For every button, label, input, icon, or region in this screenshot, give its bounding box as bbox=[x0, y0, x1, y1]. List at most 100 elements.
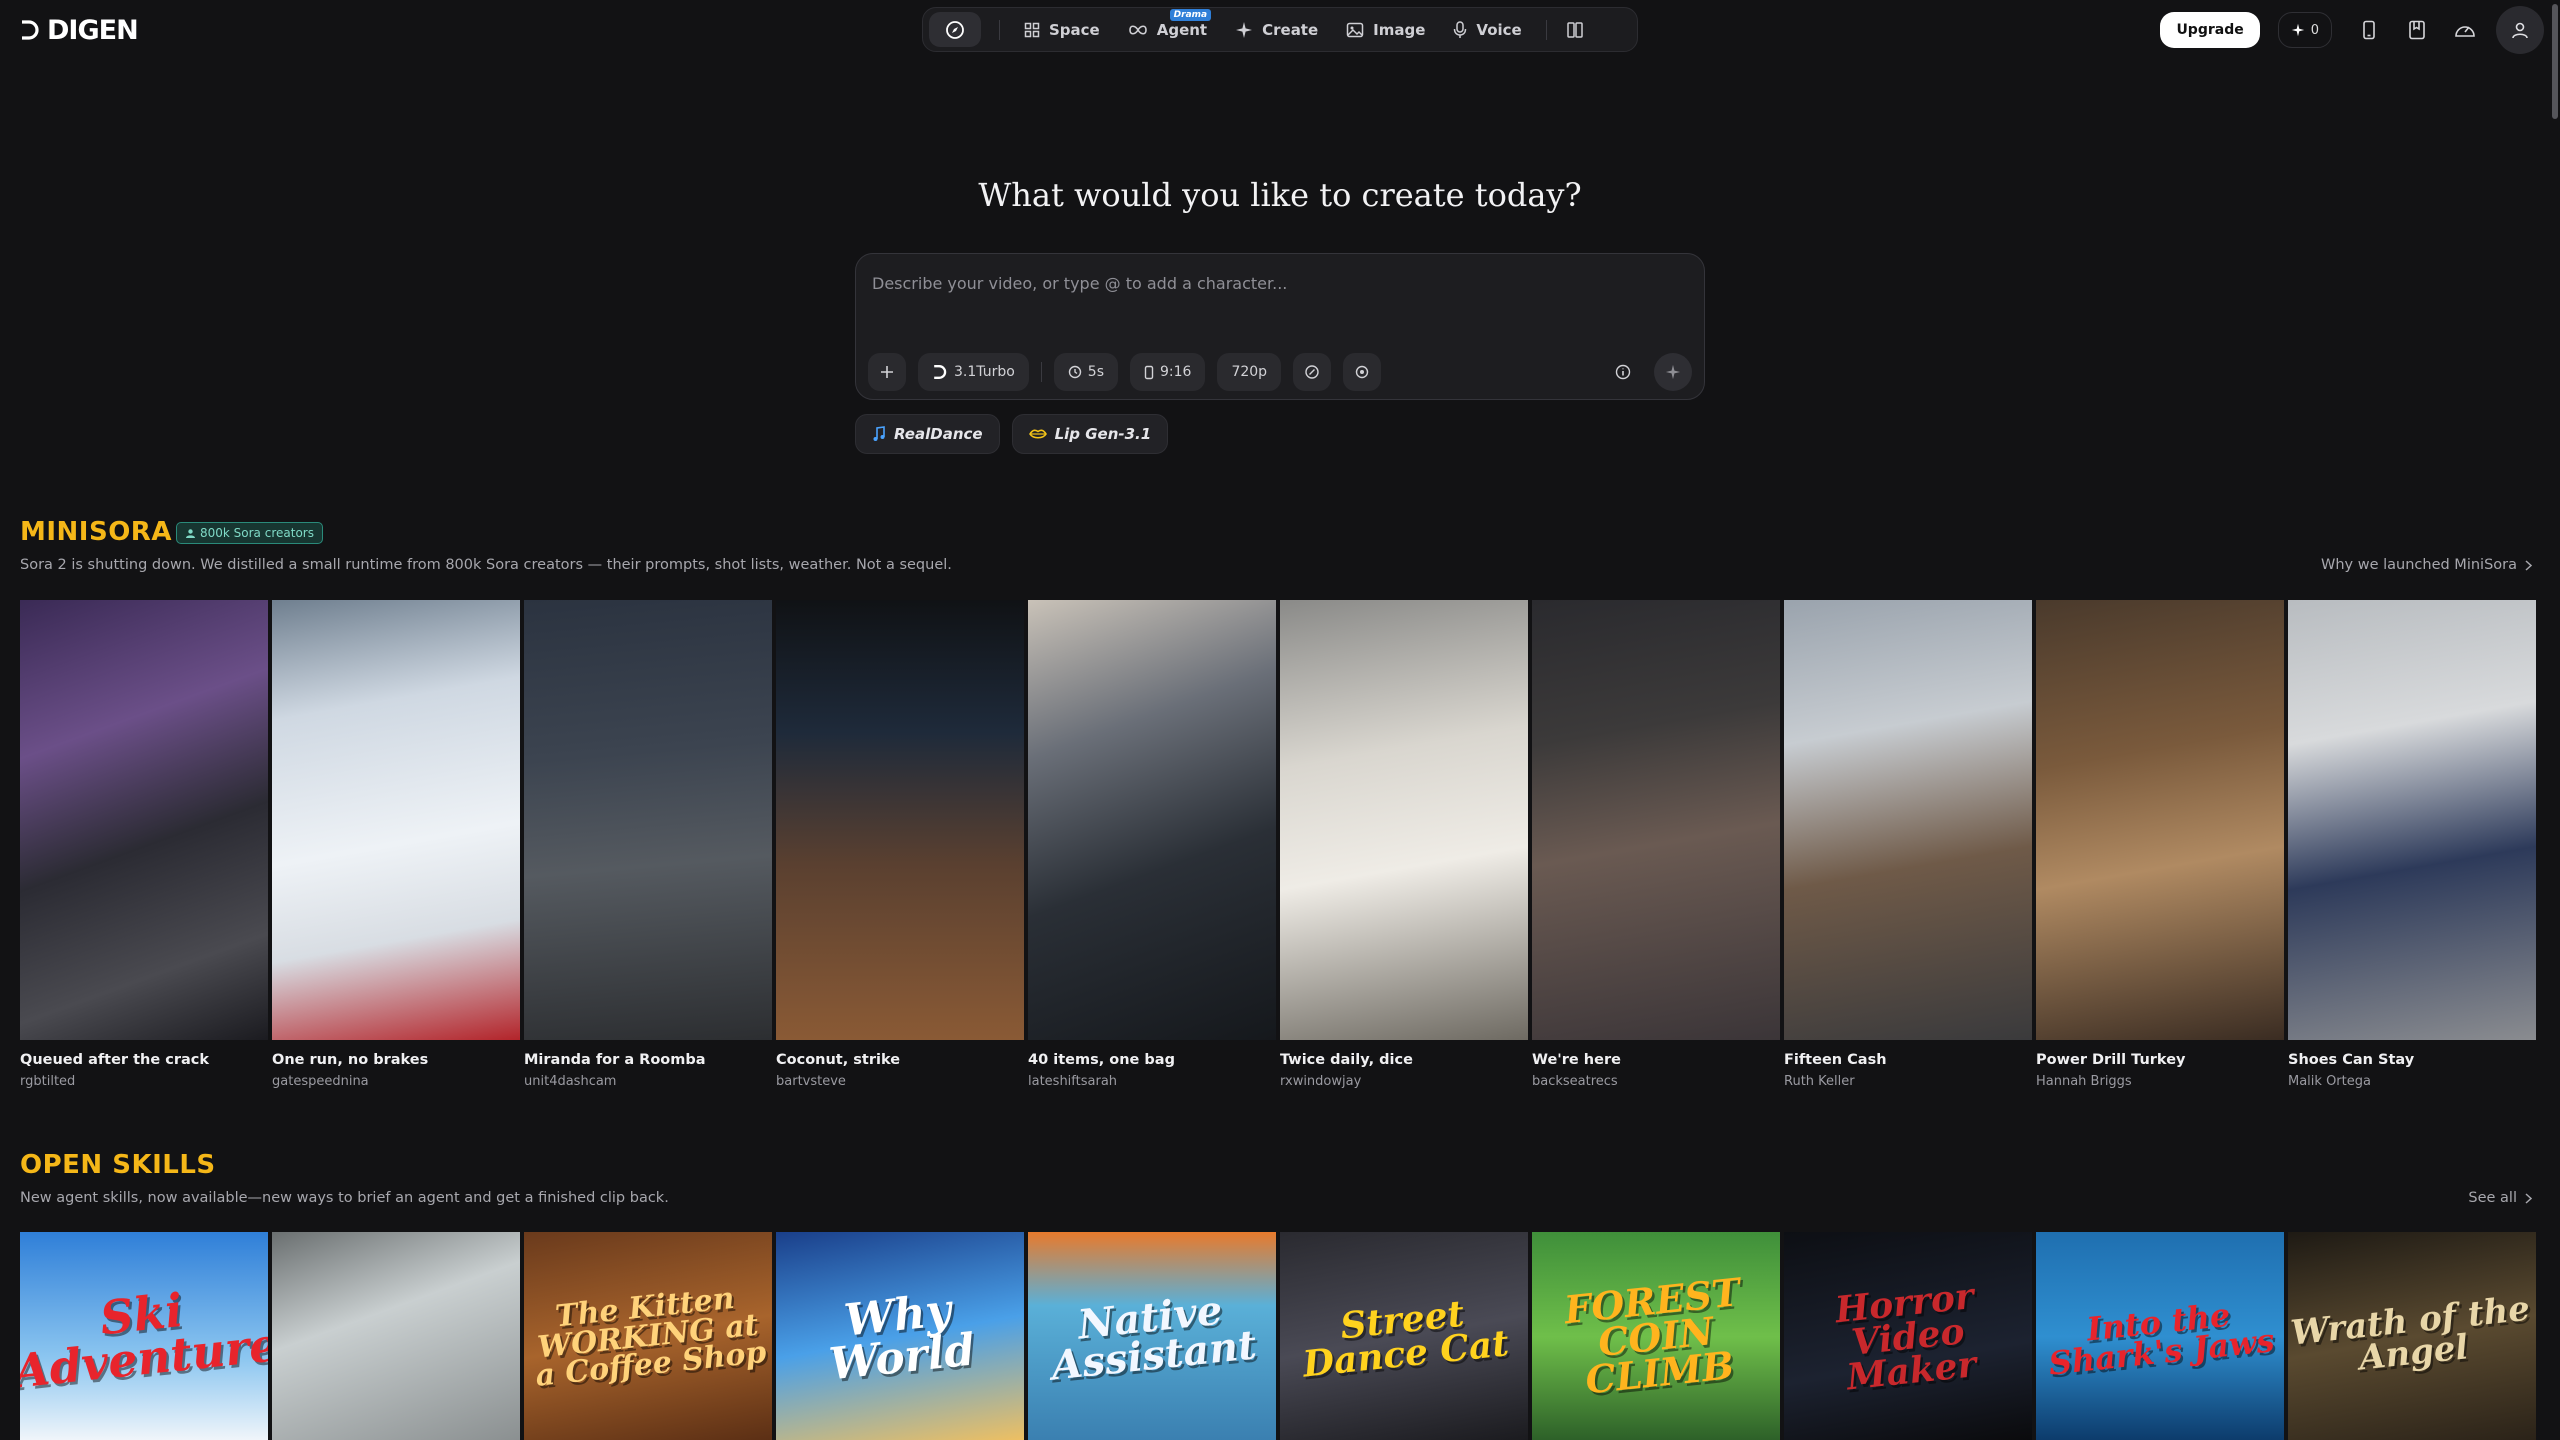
link-icon bbox=[1305, 365, 1319, 379]
card-author: rgbtilted bbox=[20, 1074, 76, 1089]
upgrade-button[interactable]: Upgrade bbox=[2160, 12, 2260, 48]
minisora-card[interactable]: We're here backseatrecs bbox=[1532, 600, 1780, 1089]
skills-title: OPEN SKILLS bbox=[20, 1150, 216, 1180]
minisora-card[interactable]: 40 items, one bag lateshiftsarah bbox=[1028, 600, 1276, 1089]
user-avatar-button[interactable] bbox=[2496, 6, 2544, 54]
nav-item-voice[interactable]: Voice bbox=[1439, 12, 1535, 47]
skill-card[interactable]: Into the Shark's Jaws bbox=[2036, 1232, 2284, 1440]
credits-count: 0 bbox=[2310, 22, 2319, 38]
card-title: One run, no brakes bbox=[272, 1052, 429, 1068]
lips-icon bbox=[1028, 429, 1047, 439]
minisora-card[interactable]: Queued after the crack rgbtilted bbox=[20, 600, 268, 1089]
skill-card[interactable]: Street Dance Cat bbox=[1280, 1232, 1528, 1440]
nav-item-space[interactable]: Space bbox=[1010, 12, 1114, 47]
brand-logo[interactable]: DIGEN bbox=[19, 14, 139, 46]
nav-item-agent[interactable]: Drama Agent bbox=[1114, 9, 1221, 47]
grid-icon bbox=[1024, 22, 1040, 37]
motion-settings-button[interactable] bbox=[1343, 353, 1382, 391]
skill-thumbnail: Ski Adventure bbox=[20, 1232, 268, 1440]
skill-thumbnail: The Kitten WORKING at a Coffee Shop bbox=[524, 1232, 772, 1440]
card-author: bartvsteve bbox=[776, 1074, 846, 1089]
skill-card[interactable]: FOREST COIN CLIMB bbox=[1532, 1232, 1780, 1440]
portrait-ratio-icon bbox=[1144, 365, 1154, 379]
credits-button[interactable]: 0 bbox=[2277, 12, 2332, 48]
card-title: 40 items, one bag bbox=[1028, 1052, 1175, 1068]
video-thumbnail bbox=[1028, 600, 1276, 1040]
nav-explore-button[interactable] bbox=[929, 12, 981, 47]
top-bar: DIGEN Space Drama Agent Create Image Voi… bbox=[0, 0, 2560, 60]
model-select[interactable]: 3.1Turbo bbox=[918, 353, 1029, 391]
mobile-app-button[interactable] bbox=[2352, 13, 2386, 47]
minisora-card[interactable]: One run, no brakes gatespeednina bbox=[272, 600, 520, 1089]
microphone-icon bbox=[1454, 20, 1467, 38]
skill-thumbnail bbox=[272, 1232, 520, 1440]
link-label: See all bbox=[2468, 1190, 2517, 1206]
skill-card[interactable]: The Kitten WORKING at a Coffee Shop bbox=[524, 1232, 772, 1440]
skill-card[interactable]: Wrath of the Angel bbox=[2288, 1232, 2536, 1440]
creators-badge: 800k Sora creators bbox=[176, 522, 323, 544]
card-author: Hannah Briggs bbox=[2036, 1074, 2132, 1089]
sparkle-icon bbox=[1665, 364, 1681, 380]
link-label: Why we launched MiniSora bbox=[2321, 557, 2517, 573]
prompt-input[interactable] bbox=[872, 268, 1672, 298]
minisora-card[interactable]: Twice daily, dice rxwindowjay bbox=[1280, 600, 1528, 1089]
plus-icon bbox=[881, 366, 893, 378]
duration-label: 5s bbox=[1087, 364, 1104, 380]
minisora-card[interactable]: Coconut, strike bartvsteve bbox=[776, 600, 1024, 1089]
card-author: lateshiftsarah bbox=[1028, 1074, 1118, 1089]
prompt-composer: 3.1Turbo 5s 9:16 720p bbox=[855, 253, 1705, 400]
minisora-card[interactable]: Shoes Can Stay Malik Ortega bbox=[2288, 600, 2536, 1089]
add-attachment-button[interactable] bbox=[868, 353, 906, 391]
library-button[interactable] bbox=[2400, 13, 2434, 47]
nav-item-create[interactable]: Create bbox=[1221, 12, 1332, 47]
scrollbar-thumb[interactable] bbox=[2552, 4, 2558, 119]
chip-lip-gen[interactable]: Lip Gen-3.1 bbox=[1011, 414, 1169, 454]
minisora-card[interactable]: Power Drill Turkey Hannah Briggs bbox=[2036, 600, 2284, 1089]
see-all-skills-link[interactable]: See all bbox=[2468, 1190, 2532, 1206]
clock-icon bbox=[1068, 365, 1081, 379]
skill-card[interactable]: Ski Adventure bbox=[20, 1232, 268, 1440]
card-author: Malik Ortega bbox=[2288, 1074, 2371, 1089]
page-scrollbar[interactable] bbox=[2550, 0, 2560, 1440]
nav-label: Agent bbox=[1156, 20, 1208, 39]
minisora-card[interactable]: Miranda for a Roomba unit4dashcam bbox=[524, 600, 772, 1089]
card-title: Fifteen Cash bbox=[1784, 1052, 1887, 1068]
skill-card[interactable] bbox=[272, 1232, 520, 1440]
controls-divider bbox=[1040, 362, 1042, 382]
skill-card[interactable]: Horror Video Maker bbox=[1784, 1232, 2032, 1440]
dashboard-button[interactable] bbox=[2448, 13, 2482, 47]
chip-label: RealDance bbox=[894, 425, 983, 443]
generate-button[interactable] bbox=[1654, 353, 1692, 391]
nav-item-image[interactable]: Image bbox=[1332, 12, 1439, 47]
skills-subtitle: New agent skills, now available—new ways… bbox=[20, 1190, 669, 1206]
brand-name: DIGEN bbox=[47, 14, 139, 46]
video-thumbnail bbox=[2288, 600, 2536, 1040]
video-thumbnail bbox=[524, 600, 772, 1040]
link-reference-button[interactable] bbox=[1293, 353, 1332, 391]
phone-icon bbox=[2363, 20, 2375, 40]
feature-chips: RealDance Lip Gen-3.1 bbox=[855, 414, 1169, 454]
chip-realdance[interactable]: RealDance bbox=[855, 414, 1000, 454]
minisora-card-row: Queued after the crack rgbtilted One run… bbox=[20, 600, 2540, 1089]
resolution-select[interactable]: 720p bbox=[1217, 353, 1282, 391]
duration-select[interactable]: 5s bbox=[1053, 353, 1118, 391]
nav-label: Create bbox=[1262, 20, 1319, 39]
panel-toggle-button[interactable] bbox=[1557, 12, 1593, 47]
card-title: Power Drill Turkey bbox=[2036, 1052, 2186, 1068]
aspect-ratio-select[interactable]: 9:16 bbox=[1129, 353, 1206, 391]
digen-logo-icon bbox=[22, 20, 39, 40]
nav-label: Space bbox=[1049, 20, 1100, 39]
card-author: Ruth Keller bbox=[1784, 1074, 1855, 1089]
model-label: 3.1Turbo bbox=[954, 364, 1015, 380]
panel-columns-icon bbox=[1566, 21, 1583, 38]
skill-title-art: Why World bbox=[826, 1284, 978, 1391]
drama-badge: Drama bbox=[1169, 9, 1212, 21]
skill-card[interactable]: Native Assistant bbox=[1028, 1232, 1276, 1440]
skill-card[interactable]: Why World bbox=[776, 1232, 1024, 1440]
info-button[interactable] bbox=[1604, 353, 1642, 391]
bookmark-book-icon bbox=[2409, 20, 2425, 40]
minisora-card[interactable]: Fifteen Cash Ruth Keller bbox=[1784, 600, 2032, 1089]
card-title: We're here bbox=[1532, 1052, 1621, 1068]
nav-label: Image bbox=[1373, 20, 1426, 39]
why-minisora-link[interactable]: Why we launched MiniSora bbox=[2321, 557, 2532, 573]
